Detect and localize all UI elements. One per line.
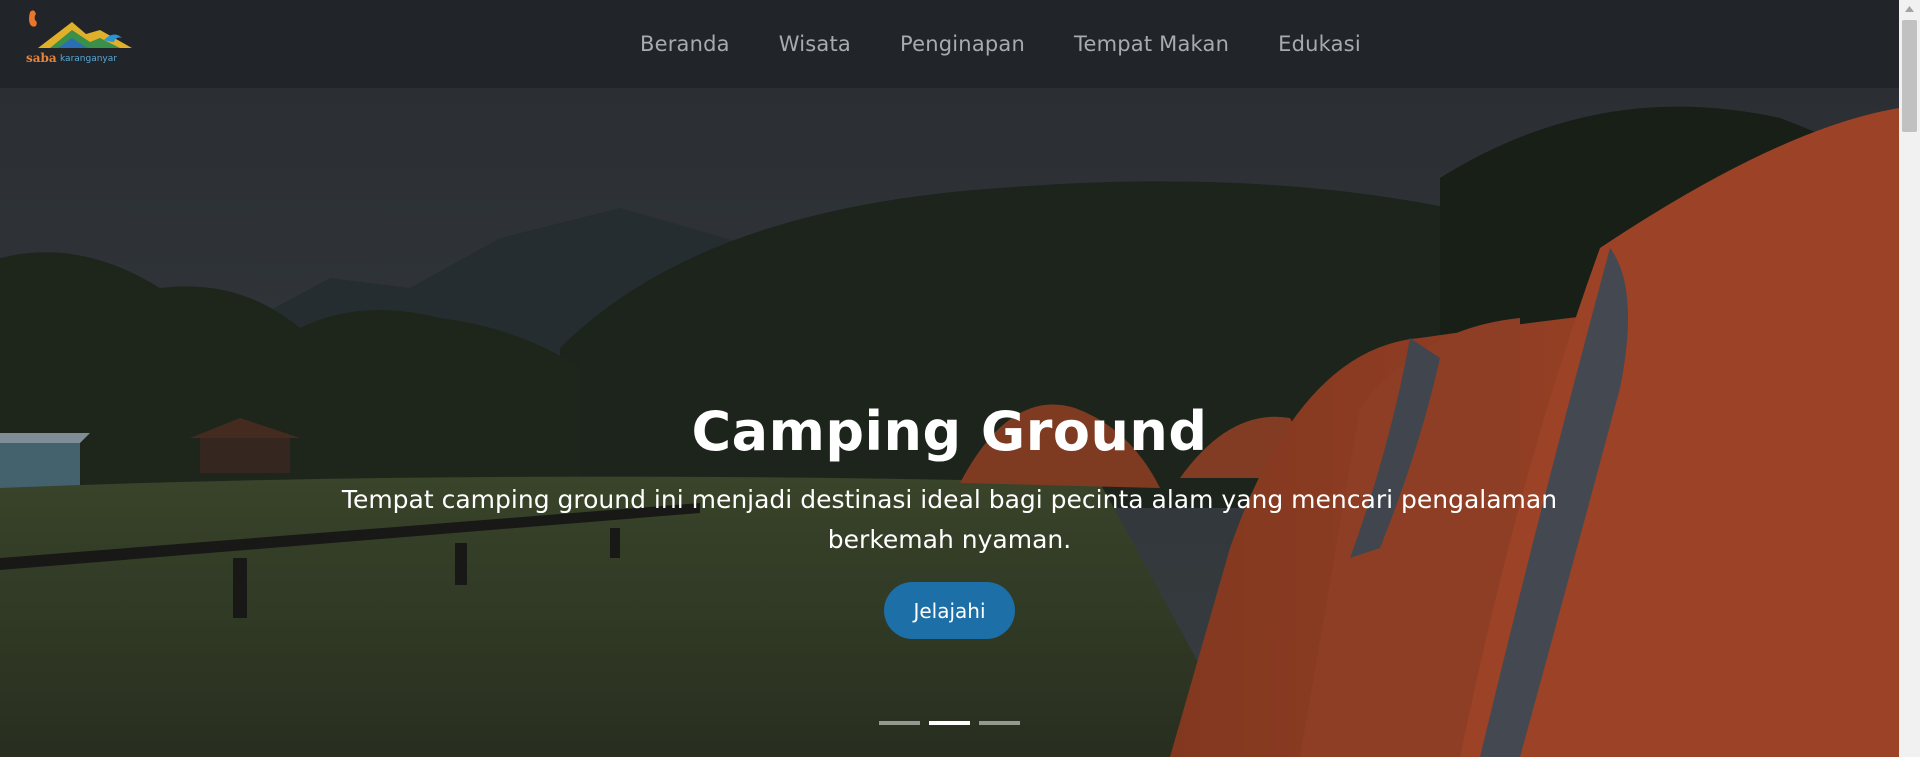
- brand-logo[interactable]: saba karanganyar: [20, 8, 150, 74]
- carousel-indicator-3[interactable]: [979, 721, 1020, 725]
- logo-word: saba: [26, 51, 57, 65]
- page-scrollbar[interactable]: [1899, 0, 1920, 757]
- nav-link-wisata[interactable]: Wisata: [779, 32, 851, 56]
- nav-menu: Beranda Wisata Penginapan Tempat Makan E…: [640, 0, 1361, 88]
- navbar: saba karanganyar Beranda Wisata Penginap…: [0, 0, 1899, 88]
- explore-button[interactable]: Jelajahi: [884, 582, 1015, 639]
- hero-caption: Camping Ground Tempat camping ground ini…: [0, 88, 1899, 757]
- scrollbar-thumb[interactable]: [1902, 20, 1917, 132]
- hero-description: Tempat camping ground ini menjadi destin…: [341, 485, 1558, 554]
- nav-link-penginapan[interactable]: Penginapan: [900, 32, 1025, 56]
- carousel-indicator-1[interactable]: [879, 721, 920, 725]
- chevron-up-icon: [1905, 5, 1914, 12]
- hero-carousel: Camping Ground Tempat camping ground ini…: [0, 88, 1899, 757]
- nav-link-beranda[interactable]: Beranda: [640, 32, 730, 56]
- carousel-indicator-2[interactable]: [929, 721, 970, 725]
- nav-link-tempat-makan[interactable]: Tempat Makan: [1074, 32, 1229, 56]
- scroll-up-button[interactable]: [1899, 0, 1920, 17]
- hero-title: Camping Ground: [691, 400, 1208, 463]
- logo-subtitle: karanganyar: [60, 54, 117, 64]
- carousel-indicators: [879, 721, 1020, 725]
- nav-link-edukasi[interactable]: Edukasi: [1278, 32, 1361, 56]
